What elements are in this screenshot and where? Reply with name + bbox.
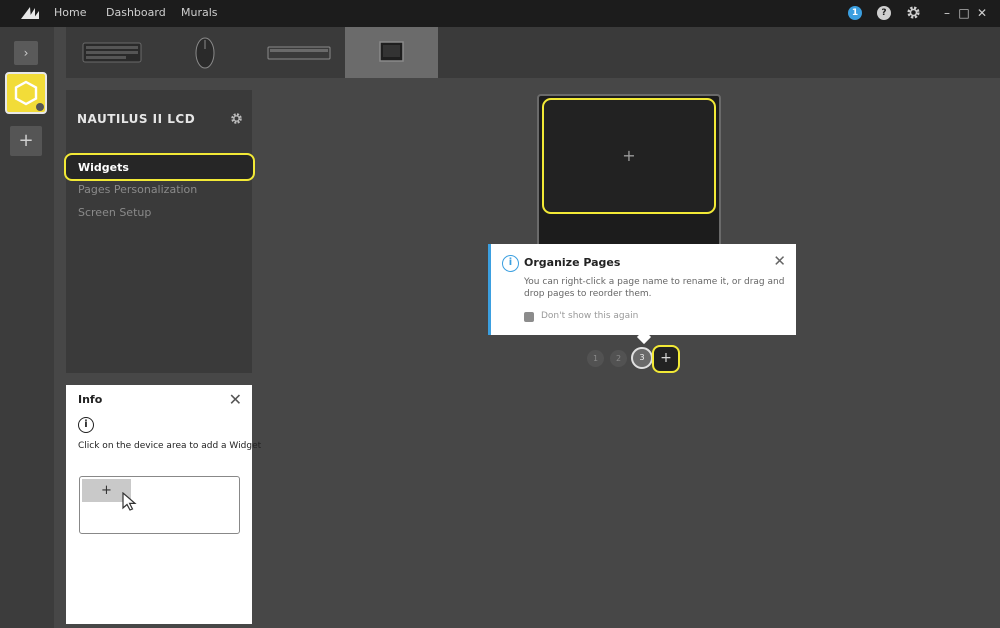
lock-icon: [36, 103, 44, 111]
device-tab-keyboard[interactable]: [66, 27, 158, 78]
page-dot-3[interactable]: 3: [631, 347, 653, 369]
page-dot-2[interactable]: 2: [610, 350, 627, 367]
panel-settings-gear-icon[interactable]: [230, 112, 243, 125]
dont-show-again-checkbox[interactable]: [524, 312, 534, 322]
left-rail: › +: [0, 27, 54, 628]
device-tab-mouse[interactable]: [158, 27, 251, 78]
nav-home[interactable]: Home: [54, 6, 86, 19]
lcd-screen-icon: [379, 41, 404, 62]
info-text: Click on the device area to add a Widget: [78, 441, 262, 451]
notification-badge-icon[interactable]: 1: [848, 6, 862, 20]
device-settings-panel: NAUTILUS II LCD Widgets Pages Personaliz…: [64, 90, 255, 373]
menu-item-label: Widgets: [78, 161, 129, 174]
tooltip-title: Organize Pages: [524, 256, 621, 269]
memory-module-icon: [267, 46, 331, 60]
menu-item-pages-personalization[interactable]: Pages Personalization: [78, 183, 197, 196]
add-widget-illustration: +: [79, 476, 240, 534]
close-info-icon[interactable]: ✕: [229, 390, 242, 409]
close-tooltip-icon[interactable]: ✕: [773, 252, 786, 270]
corsair-logo-icon: [21, 7, 39, 19]
keyboard-icon: [82, 42, 142, 63]
expand-sidebar-button[interactable]: ›: [14, 41, 38, 65]
page-dot-1[interactable]: 1: [587, 350, 604, 367]
hexagon-icon: [14, 80, 38, 106]
title-bar: Home Dashboard Murals 1 ? – □ ✕: [0, 0, 1000, 27]
add-profile-button[interactable]: +: [10, 126, 42, 156]
device-tab-lcd-screen[interactable]: [345, 27, 438, 78]
device-tab-memory[interactable]: [251, 27, 345, 78]
menu-item-screen-setup[interactable]: Screen Setup: [78, 206, 151, 219]
maximize-button[interactable]: □: [957, 5, 971, 21]
menu-item-widgets[interactable]: Widgets: [64, 153, 255, 181]
mouse-icon: [195, 37, 215, 69]
tooltip-body: You can right-click a page name to renam…: [524, 277, 785, 299]
tooltip-arrow: [636, 329, 652, 345]
tooltip-info-icon: i: [502, 255, 519, 272]
device-strip: [66, 27, 1000, 78]
close-window-button[interactable]: ✕: [975, 5, 989, 21]
nav-dashboard[interactable]: Dashboard: [106, 6, 166, 19]
lcd-screen-area[interactable]: +: [542, 98, 716, 214]
minimize-button[interactable]: –: [940, 5, 954, 21]
add-widget-plus-icon: +: [622, 146, 636, 165]
dont-show-again-label: Don't show this again: [541, 311, 639, 321]
info-title: Info: [78, 393, 103, 406]
help-icon[interactable]: ?: [877, 6, 891, 20]
device-profile-button[interactable]: [5, 72, 47, 114]
nav-murals[interactable]: Murals: [181, 6, 218, 19]
cursor-icon: [122, 492, 137, 511]
organize-pages-tooltip: i Organize Pages ✕ You can right-click a…: [488, 244, 796, 345]
info-icon: i: [78, 417, 94, 433]
panel-title: NAUTILUS II LCD: [77, 112, 196, 126]
info-card: Info ✕ i Click on the device area to add…: [66, 385, 261, 624]
settings-gear-icon[interactable]: [906, 5, 921, 20]
add-page-button[interactable]: +: [652, 345, 680, 373]
